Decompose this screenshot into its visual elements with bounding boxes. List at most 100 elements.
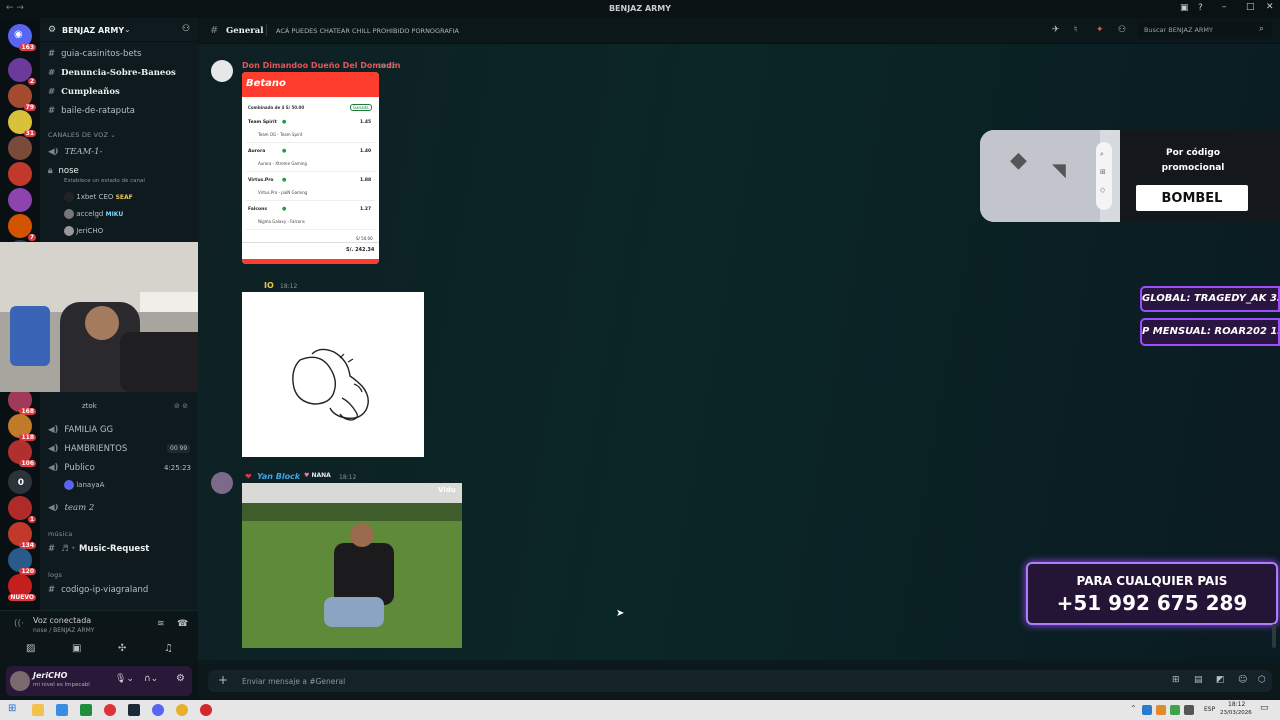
message-author[interactable]: Yan Block: [257, 472, 300, 481]
server-icon[interactable]: 1: [8, 496, 36, 523]
discord-taskbar-icon[interactable]: [152, 704, 164, 716]
server-icon[interactable]: 31: [8, 110, 36, 137]
voice-category[interactable]: CANALES DE VOZ ⌄: [48, 131, 116, 139]
notification-center-icon[interactable]: ▭: [1260, 703, 1269, 713]
gif-icon[interactable]: ▤: [1194, 675, 1203, 685]
voice-channel-hambrientos[interactable]: ◀) HAMBRIENTOS: [48, 444, 127, 454]
microphone-icon[interactable]: 🎙︎⌄: [115, 674, 134, 684]
camera-icon[interactable]: ▨: [26, 643, 35, 654]
volume-icon[interactable]: [1184, 705, 1194, 715]
voice-channel-team1[interactable]: ◀) TEAM-1-: [48, 147, 102, 157]
close-icon[interactable]: ✕: [1266, 2, 1274, 12]
disconnect-icon[interactable]: ☎: [177, 619, 188, 629]
language-indicator[interactable]: ESP: [1204, 706, 1215, 713]
tray-icon[interactable]: [1170, 705, 1180, 715]
apps-icon[interactable]: ⬡: [1258, 675, 1266, 685]
members-icon[interactable]: ⚇: [1118, 25, 1126, 35]
voice-member[interactable]: 1xbet CEO SEAF: [64, 192, 133, 202]
emoji-icon[interactable]: ☺: [1238, 675, 1247, 685]
tray-icon[interactable]: [1156, 705, 1166, 715]
channel-status: Establece un estado de canal: [64, 178, 145, 184]
voice-member[interactable]: accelgd MIKU: [64, 209, 123, 219]
help-icon[interactable]: ?: [1198, 3, 1203, 13]
server-icon[interactable]: [8, 136, 32, 160]
voice-member[interactable]: lanayaA: [64, 480, 104, 490]
music-category[interactable]: música: [48, 530, 72, 538]
server-icon[interactable]: [8, 188, 32, 212]
voice-member[interactable]: JeriCHO: [64, 226, 103, 236]
avatar[interactable]: [211, 472, 233, 494]
avatar[interactable]: [10, 671, 30, 691]
message-list: Don Dimandoo Dueño Del Domodin 18:12 Bet…: [198, 44, 1280, 660]
channel-denuncia[interactable]: # Denuncia-Sobre-Baneos: [48, 68, 176, 78]
excel-icon[interactable]: [80, 704, 92, 716]
channel-music-request[interactable]: # ♬ · Music-Request: [48, 544, 149, 554]
notifications-icon[interactable]: ♮: [1074, 25, 1077, 35]
inbox-icon[interactable]: ▣: [1180, 3, 1189, 13]
server-header[interactable]: ⚙ BENJAZ ARMY ⌄ ⚇: [40, 18, 198, 42]
message-author[interactable]: Don Dimandoo Dueño Del Domodin: [242, 61, 400, 70]
scrollbar[interactable]: [1272, 624, 1276, 648]
voice-channel-publico[interactable]: ◀) Publico: [48, 463, 95, 473]
server-icon[interactable]: 2: [8, 58, 36, 85]
home-button[interactable]: ◉ 163: [8, 24, 36, 51]
server-icon[interactable]: 7: [8, 214, 36, 241]
avatar[interactable]: [211, 60, 233, 82]
channel-codigo[interactable]: # codigo-ip-viagraland: [48, 585, 148, 595]
noise-suppression-icon[interactable]: ≋: [157, 619, 165, 629]
logs-category[interactable]: logs: [48, 571, 62, 579]
pinned-icon[interactable]: ✦: [1096, 25, 1104, 35]
app-icon[interactable]: [200, 704, 212, 716]
promo-code: BOMBEL: [1161, 191, 1223, 206]
server-icon[interactable]: 120: [8, 548, 36, 575]
clock-time[interactable]: 18:12: [1228, 701, 1245, 708]
search-input[interactable]: Buscar BENJAZ ARMY ⌕: [1138, 22, 1272, 39]
server-icon[interactable]: 106: [8, 440, 36, 467]
add-member-icon[interactable]: ⚇: [182, 24, 190, 34]
video-embed[interactable]: Vidu: [242, 483, 462, 648]
server-icon[interactable]: 0: [8, 470, 32, 494]
voice-channel-team2[interactable]: ◀) team 2: [48, 503, 94, 513]
channel-guia[interactable]: # guia-casinitos-bets: [48, 49, 141, 59]
sketch-image[interactable]: [242, 292, 424, 457]
message-author[interactable]: IO: [264, 281, 274, 290]
headset-icon[interactable]: ∩⌄: [144, 674, 158, 684]
windows-start-icon[interactable]: ⊞: [8, 703, 16, 714]
tray-chevron-icon[interactable]: ⌃: [1130, 704, 1137, 713]
server-icon[interactable]: NUEVO: [8, 574, 36, 601]
screen-share-icon[interactable]: ▣: [72, 643, 81, 654]
sticker-icon[interactable]: ◩: [1216, 675, 1225, 685]
channel-cumpleanos[interactable]: # Cumpleaños: [48, 87, 120, 97]
server-icon[interactable]: 79: [8, 84, 36, 111]
server-icon[interactable]: [8, 162, 32, 186]
composer-box[interactable]: + Enviar mensaje a #General ⊞ ▤ ◩ ☺ ⬡: [208, 670, 1272, 692]
mouse-cursor-icon: ➤: [616, 608, 625, 619]
voice-channel-nose[interactable]: 🔒︎ nose: [48, 166, 79, 176]
maximize-icon[interactable]: □: [1246, 2, 1255, 12]
file-explorer-icon[interactable]: [32, 704, 44, 716]
threads-icon[interactable]: ✈: [1052, 25, 1060, 35]
voice-channel-familia[interactable]: ◀) FAMILIA GG: [48, 425, 113, 435]
soundboard-icon[interactable]: ♫: [164, 643, 173, 654]
bet-odds: 1.27: [360, 207, 372, 212]
activities-icon[interactable]: ✣: [118, 643, 126, 654]
app-icon[interactable]: [56, 704, 68, 716]
member-name: accelgd: [76, 210, 104, 218]
voice-member-ztok[interactable]: ztok: [82, 402, 97, 410]
composer-placeholder[interactable]: Enviar mensaje a #General: [242, 677, 345, 686]
channel-baile[interactable]: # baile-de-rataputa: [48, 106, 135, 116]
add-attachment-icon[interactable]: +: [218, 673, 228, 687]
opera-icon[interactable]: [104, 704, 116, 716]
bet-row: Aurora ● 1.40 Aurora - Xtreme Gaming: [242, 147, 379, 173]
clock-date[interactable]: 23/03/2026: [1220, 710, 1252, 716]
minimize-icon[interactable]: –: [1222, 2, 1227, 12]
server-icon[interactable]: 118: [8, 414, 36, 441]
settings-icon[interactable]: ⚙: [176, 673, 185, 684]
steam-icon[interactable]: [128, 704, 140, 716]
gift-icon[interactable]: ⊞: [1172, 675, 1180, 685]
tray-icon[interactable]: [1142, 705, 1152, 715]
betslip-image[interactable]: Betano Combinada de 4 S/ 50.00 Ganada Te…: [242, 72, 379, 264]
chrome-icon[interactable]: [176, 704, 188, 716]
check-icon: ●: [282, 206, 287, 212]
server-icon[interactable]: 134: [8, 522, 36, 549]
